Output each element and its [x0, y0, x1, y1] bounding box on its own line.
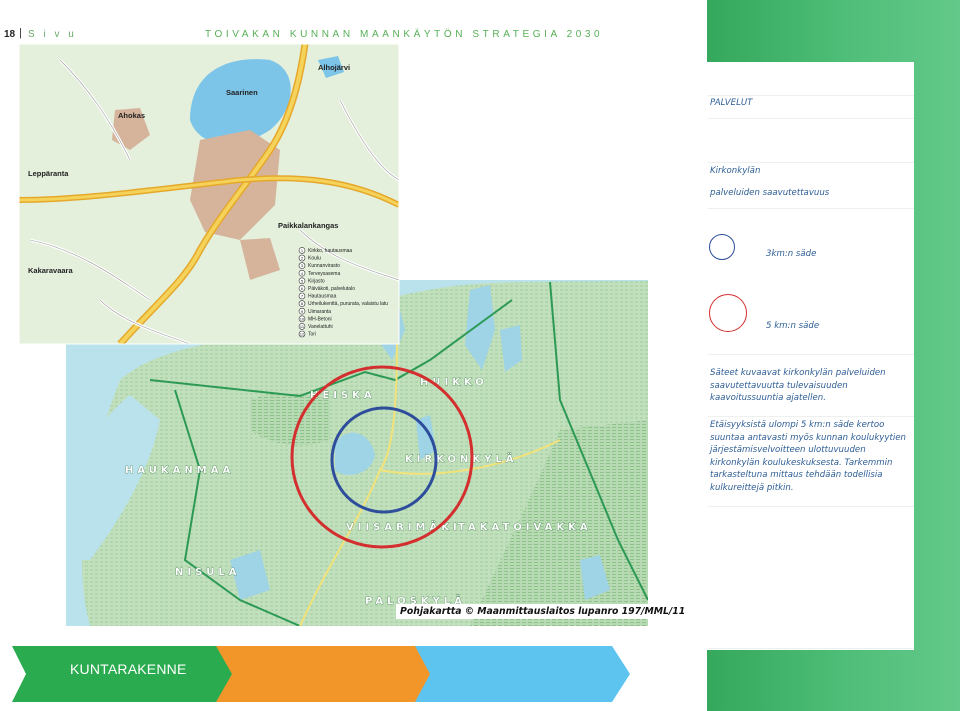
village-haukanmaa: HAUKANMAA [125, 465, 234, 476]
legend-label: Urheilukenttä, pururata, valaistu latu [308, 301, 388, 307]
section-title: PALVELUT [710, 98, 753, 108]
subtitle-line-1: Kirkonkylän [710, 166, 761, 176]
paragraph-2-line: järjestämisvelvoitteen ulottuvuuden [710, 445, 866, 456]
paragraph-1: Säteet kuvaavat kirkonkylän palveluiden … [710, 367, 886, 405]
legend-3km-label: 3km:n säde [766, 249, 817, 259]
paragraph-1-line: kaavoitussuuntia ajatellen. [710, 393, 826, 404]
legend-label: Terveysasema [308, 271, 340, 277]
place-ahokas: Ahokas [118, 111, 145, 120]
legend-label: Uimaranta [308, 309, 331, 315]
paragraph-2-line: Etäisyyksistä ulompi 5 km:n säde kertoo [710, 420, 885, 430]
info-panel: PALVELUT Kirkonkylän palveluiden saavute… [700, 62, 914, 650]
legend-label: Päiväkoti, palvelutalo [308, 286, 355, 292]
place-paikkalankangas: Paikkalankangas [278, 221, 338, 230]
legend-number: 10 [300, 316, 305, 321]
paragraph-2-line: kirkonkylän koulukeskuksesta. Tarkemmin [710, 457, 893, 468]
paragraph-2-line: suuntaa antavasti myös kunnan koulukyyti… [710, 432, 906, 443]
maps-figure: HUIKKO HEISKA HAUKANMAA KIRKONKYLÄ VIISA… [18, 43, 648, 626]
legend-label: Kunnanvirasto [308, 263, 340, 269]
legend-number: 12 [300, 332, 305, 337]
legend-label: Koulu [308, 256, 321, 262]
place-saarinen: Saarinen [226, 88, 258, 97]
legend-label: Hautausmaa [308, 294, 337, 300]
legend-label: Kirjasto [308, 278, 325, 284]
legend-3km-circle-icon [709, 234, 735, 260]
map-caption: Pohjakartta © Maanmittauslaitos lupanro … [396, 604, 690, 619]
place-kakaravaara: Kakaravaara [28, 266, 73, 275]
arrow-1-label: KUNTARAKENNE [70, 661, 187, 677]
legend-label: Kirkko, hautausmaa [308, 248, 352, 254]
place-lepparanta: Leppäranta [28, 169, 69, 178]
legend-label: MH-Betoni [308, 316, 332, 322]
legend-5km-circle-icon [709, 294, 747, 332]
paragraph-2-line: kulkureittejä pitkin. [710, 482, 794, 493]
inset-map: Alhojärvi Saarinen Ahokas Leppäranta Kak… [19, 44, 399, 344]
subtitle-line-2: palveluiden saavutettavuus [710, 188, 830, 198]
legend-label: Vanelattuhi [308, 324, 333, 330]
arrow-step-3 [410, 646, 630, 702]
place-alhojarvi: Alhojärvi [318, 63, 350, 72]
paragraph-1-line: saavutettavuutta tulevaisuuden [710, 380, 848, 391]
paragraph-2-line: tarkasteltuna mittaus tehdään todellisia [710, 470, 883, 481]
village-takatoivakka: TAKATOIVAKKA [458, 522, 592, 533]
legend-5km-label: 5 km:n säde [766, 321, 820, 331]
village-nisula: NISULA [175, 567, 241, 578]
paragraph-1-line: Säteet kuvaavat kirkonkylän palveluiden [710, 368, 886, 378]
village-kirkonkyla: KIRKONKYLÄ [405, 451, 517, 465]
arrow-step-2 [212, 646, 430, 702]
paragraph-2: Etäisyyksistä ulompi 5 km:n säde kertoo … [710, 419, 906, 495]
legend-label: Tori [308, 332, 316, 338]
